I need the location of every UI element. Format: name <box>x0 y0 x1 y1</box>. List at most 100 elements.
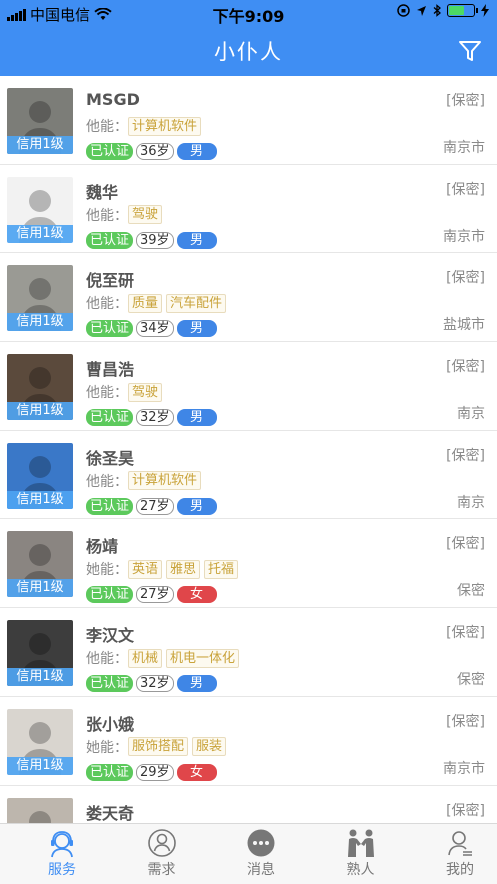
people-list[interactable]: 信用1级 MSGD [保密] 他能： 计算机软件 已认证 36岁 男 南京市 信用… <box>0 76 497 824</box>
person-name: 张小娥 <box>86 714 135 734</box>
avatar[interactable]: 信用1级 <box>7 176 73 243</box>
verified-badge: 已认证 <box>86 231 134 249</box>
tab-profile[interactable]: 我的 <box>420 828 497 879</box>
city-label: 盐城市 <box>443 317 485 334</box>
city-label: 南京 <box>457 494 485 511</box>
age-badge: 32岁 <box>136 409 174 427</box>
list-item[interactable]: 信用1级 MSGD [保密] 他能： 计算机软件 已认证 36岁 男 南京市 <box>0 76 497 165</box>
privacy-label: [保密] <box>446 359 485 376</box>
skill-tag: 质量 <box>128 293 163 313</box>
tab-demand-user[interactable]: 需求 <box>122 828 202 879</box>
skill-tag: 托福 <box>204 559 239 579</box>
demand-user-icon <box>122 828 202 858</box>
page-title: 小仆人 <box>214 40 283 64</box>
list-item[interactable]: 信用1级 李汉文 [保密] 他能： 机械 机电一体化 已认证 32岁 男 保密 <box>0 608 497 697</box>
tags-row: 已认证 27岁 男 <box>86 497 217 515</box>
gender-badge: 男 <box>176 320 217 338</box>
bluetooth-icon <box>433 4 441 17</box>
tags-row: 已认证 27岁 女 <box>86 586 217 604</box>
skill-tag: 雅思 <box>166 559 201 579</box>
avatar[interactable]: 信用1级 <box>7 88 73 154</box>
avatar[interactable]: 信用1级 <box>7 265 73 332</box>
person-name: 徐圣昊 <box>86 448 135 468</box>
gender-badge: 男 <box>176 143 217 160</box>
skill-tag: 英语 <box>128 559 163 579</box>
avatar[interactable]: 信用1级 <box>7 708 73 775</box>
verified-badge: 已认证 <box>86 763 134 781</box>
skill-tag: 计算机软件 <box>128 471 202 491</box>
location-arrow-icon <box>417 5 426 16</box>
list-item[interactable]: 信用1级 娄天奇 [保密] 他能：计算机 已认证 30岁 男 南京市 <box>0 786 497 824</box>
skill-tag: 机械 <box>128 648 163 668</box>
list-item[interactable]: 信用1级 曹昌浩 [保密] 他能： 驾驶 已认证 32岁 男 南京 <box>0 342 497 431</box>
credit-level: 信用1级 <box>7 224 73 243</box>
avatar[interactable]: 信用1级 <box>7 531 73 598</box>
tab-message-dots[interactable]: 消息 <box>221 828 301 879</box>
status-right <box>397 4 489 17</box>
list-item[interactable]: 信用1级 魏华 [保密] 他能： 驾驶 已认证 39岁 男 南京市 <box>0 165 497 254</box>
city-label: 保密 <box>457 672 485 689</box>
skill-tag: 计算机软件 <box>128 116 202 136</box>
avatar[interactable]: 信用1级 <box>7 354 73 421</box>
credit-level: 信用1级 <box>7 402 73 421</box>
credit-level: 信用1级 <box>7 136 73 154</box>
credit-level: 信用1级 <box>7 490 73 509</box>
credit-level: 信用1级 <box>7 756 73 775</box>
skill-tag: 机电一体化 <box>166 648 240 668</box>
list-item[interactable]: 信用1级 徐圣昊 [保密] 他能： 计算机软件 已认证 27岁 男 南京 <box>0 431 497 520</box>
privacy-label: [保密] <box>446 625 485 642</box>
age-badge: 29岁 <box>136 763 174 781</box>
tab-label: 熟人 <box>346 862 375 878</box>
ability-label: 他能： <box>86 296 128 313</box>
tab-label: 需求 <box>147 862 176 878</box>
gender-badge: 男 <box>176 231 217 249</box>
service-headset-icon <box>22 828 102 858</box>
ability-label: 他能： <box>86 473 128 490</box>
funnel-icon[interactable] <box>457 38 483 64</box>
city-label: 南京市 <box>443 140 485 156</box>
tags-row: 已认证 34岁 男 <box>86 320 217 338</box>
screen-lock-icon <box>397 4 410 17</box>
battery-icon <box>447 4 478 17</box>
gender-badge: 男 <box>176 497 217 515</box>
skill-tag: 驾驶 <box>128 205 163 225</box>
ability-label: 他能： <box>86 651 128 668</box>
age-badge: 27岁 <box>136 586 174 604</box>
tab-acquaintance-handshake[interactable]: 熟人 <box>321 828 401 879</box>
privacy-label: [保密] <box>446 181 485 198</box>
city-label: 南京 <box>457 406 485 423</box>
tags-row: 已认证 36岁 男 <box>86 143 217 160</box>
age-badge: 36岁 <box>136 143 174 160</box>
credit-level: 信用1级 <box>7 668 73 687</box>
list-item[interactable]: 信用1级 杨靖 [保密] 她能： 英语 雅思 托福 已认证 27岁 女 保密 <box>0 519 497 609</box>
gender-badge: 女 <box>176 763 217 781</box>
tags-row: 已认证 39岁 男 <box>86 231 217 249</box>
gender-badge: 男 <box>176 675 217 693</box>
avatar[interactable]: 信用1级 <box>7 442 73 509</box>
tab-service-headset[interactable]: 服务 <box>22 828 102 879</box>
list-item[interactable]: 信用1级 张小娥 [保密] 她能： 服饰搭配 服装 已认证 29岁 女 南京市 <box>0 697 497 786</box>
skills-row: 他能： 机械 机电一体化 <box>86 648 243 668</box>
age-badge: 27岁 <box>136 497 174 515</box>
tags-row: 已认证 29岁 女 <box>86 763 217 781</box>
ability-label: 他能： <box>86 207 128 224</box>
privacy-label: [保密] <box>446 802 485 819</box>
person-name: 曹昌浩 <box>86 360 135 380</box>
ability-label: 他能： <box>86 119 128 135</box>
avatar[interactable]: 信用1级 <box>7 797 73 824</box>
tab-bar: 服务 需求 消息 熟人 我的 <box>0 823 497 884</box>
skill-tag: 服饰搭配 <box>128 737 189 757</box>
list-item[interactable]: 信用1级 倪至研 [保密] 他能： 质量 汽车配件 已认证 34岁 男 盐城市 <box>0 253 497 343</box>
privacy-label: [保密] <box>446 713 485 730</box>
ability-label: 她能： <box>86 739 128 756</box>
skills-row: 他能： 计算机软件 <box>86 471 205 491</box>
profile-icon <box>420 828 497 858</box>
person-name: 倪至研 <box>86 271 135 291</box>
gender-badge: 男 <box>176 409 217 427</box>
avatar[interactable]: 信用1级 <box>7 620 73 687</box>
privacy-label: [保密] <box>446 447 485 464</box>
message-dots-icon <box>221 828 301 858</box>
charging-bolt-icon <box>481 4 489 17</box>
ability-label: 他能： <box>86 385 128 402</box>
tags-row: 已认证 32岁 男 <box>86 675 217 693</box>
